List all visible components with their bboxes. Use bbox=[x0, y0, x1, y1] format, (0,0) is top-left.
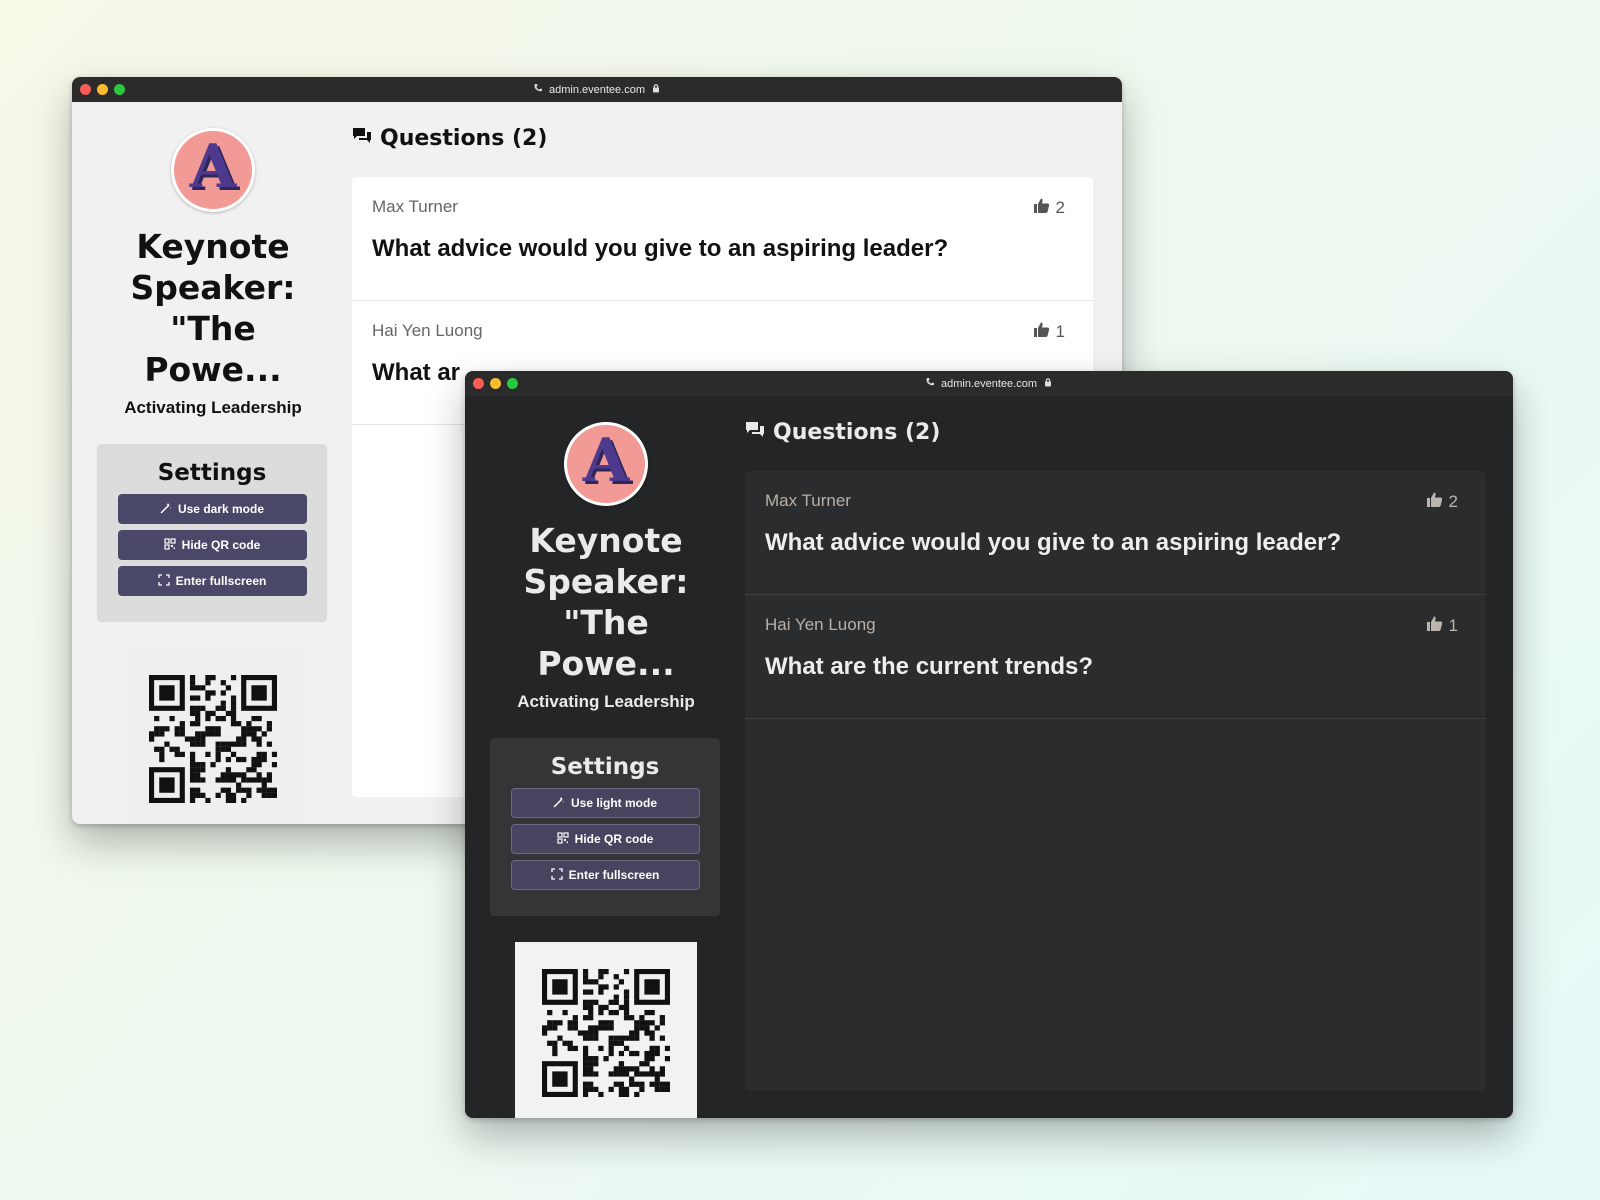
thumbs-up-icon bbox=[1426, 491, 1443, 513]
fullscreen-label: Enter fullscreen bbox=[568, 868, 660, 882]
close-window-button[interactable] bbox=[473, 378, 484, 389]
zoom-window-button[interactable] bbox=[114, 84, 125, 95]
question-item[interactable]: Max Turner What advice would you give to… bbox=[352, 177, 1093, 301]
avatar-letter: A bbox=[189, 132, 237, 202]
questions-count-heading: Questions (2) bbox=[773, 420, 941, 445]
fullscreen-button[interactable]: Enter fullscreen bbox=[117, 566, 307, 596]
like-counter[interactable]: 1 bbox=[1426, 615, 1458, 637]
questions-header: Questions (2) bbox=[352, 126, 1093, 151]
qr-code-icon bbox=[164, 537, 176, 553]
qr-code-image bbox=[542, 969, 670, 1097]
window-controls bbox=[473, 378, 518, 389]
fullscreen-icon bbox=[157, 573, 170, 589]
session-sidebar: A Keynote Speaker: "The Powe... Activati… bbox=[97, 102, 329, 824]
toggle-theme-label: Use light mode bbox=[570, 796, 657, 810]
qr-code-icon bbox=[557, 831, 569, 847]
thumbs-up-icon bbox=[1033, 321, 1050, 343]
avatar-letter: A bbox=[582, 426, 630, 496]
like-count: 2 bbox=[1448, 492, 1458, 511]
url-text: admin.eventee.com bbox=[549, 83, 645, 96]
zoom-window-button[interactable] bbox=[507, 378, 518, 389]
chat-icon bbox=[352, 127, 372, 150]
session-title: Keynote Speaker: "The Powe... bbox=[130, 227, 296, 389]
toggle-theme-label: Use dark mode bbox=[177, 502, 265, 516]
fullscreen-button[interactable]: Enter fullscreen bbox=[510, 860, 700, 890]
session-subtitle: Activating Leadership bbox=[124, 398, 302, 417]
minimize-window-button[interactable] bbox=[97, 84, 108, 95]
qr-code-container bbox=[122, 648, 304, 824]
settings-panel: Settings Use light mode Hide QR code Ent… bbox=[490, 738, 720, 916]
phone-icon bbox=[533, 83, 543, 96]
session-sidebar: A Keynote Speaker: "The Powe... Activati… bbox=[490, 396, 722, 1118]
question-item[interactable]: Max Turner What advice would you give to… bbox=[745, 471, 1486, 595]
question-author: Hai Yen Luong bbox=[765, 615, 876, 634]
like-counter[interactable]: 1 bbox=[1033, 321, 1065, 343]
settings-panel: Settings Use dark mode Hide QR code Ente… bbox=[97, 444, 327, 622]
like-count: 1 bbox=[1448, 616, 1458, 635]
toggle-theme-button[interactable]: Use light mode bbox=[510, 788, 700, 818]
qr-code-image bbox=[149, 675, 277, 803]
session-subtitle: Activating Leadership bbox=[517, 692, 695, 711]
dark-mode-window: admin.eventee.com A Keynote Speaker: "Th… bbox=[465, 371, 1513, 1118]
magic-wand-icon bbox=[553, 796, 565, 811]
settings-title: Settings bbox=[157, 460, 267, 486]
thumbs-up-icon bbox=[1033, 197, 1050, 219]
close-window-button[interactable] bbox=[80, 84, 91, 95]
question-text: What advice would you give to an aspirin… bbox=[372, 235, 949, 262]
address-bar[interactable]: admin.eventee.com bbox=[925, 377, 1053, 390]
like-count: 2 bbox=[1055, 198, 1065, 217]
question-text: What are the current trends? bbox=[765, 653, 1094, 680]
avatar: A bbox=[171, 128, 255, 212]
questions-area: Questions (2) Max Turner What advice wou… bbox=[745, 396, 1486, 1091]
phone-icon bbox=[925, 377, 935, 390]
hide-qr-button[interactable]: Hide QR code bbox=[117, 530, 307, 560]
hide-qr-button[interactable]: Hide QR code bbox=[510, 824, 700, 854]
minimize-window-button[interactable] bbox=[490, 378, 501, 389]
question-text: What advice would you give to an aspirin… bbox=[765, 529, 1342, 556]
chat-icon bbox=[745, 421, 765, 444]
settings-title: Settings bbox=[550, 754, 660, 780]
toggle-theme-button[interactable]: Use dark mode bbox=[117, 494, 307, 524]
lock-icon bbox=[1043, 377, 1053, 390]
qr-code-container bbox=[515, 942, 697, 1118]
questions-count-heading: Questions (2) bbox=[380, 126, 548, 151]
question-author: Hai Yen Luong bbox=[372, 321, 483, 340]
session-title: Keynote Speaker: "The Powe... bbox=[523, 521, 689, 683]
question-list: Max Turner What advice would you give to… bbox=[745, 471, 1486, 1091]
magic-wand-icon bbox=[160, 502, 172, 517]
questions-header: Questions (2) bbox=[745, 420, 1486, 445]
like-counter[interactable]: 2 bbox=[1426, 491, 1458, 513]
thumbs-up-icon bbox=[1426, 615, 1443, 637]
question-author: Max Turner bbox=[372, 197, 458, 216]
question-author: Max Turner bbox=[765, 491, 851, 510]
like-counter[interactable]: 2 bbox=[1033, 197, 1065, 219]
hide-qr-label: Hide QR code bbox=[181, 538, 261, 552]
fullscreen-label: Enter fullscreen bbox=[175, 574, 267, 588]
lock-icon bbox=[651, 83, 661, 96]
window-controls bbox=[80, 84, 125, 95]
address-bar[interactable]: admin.eventee.com bbox=[533, 83, 661, 96]
hide-qr-label: Hide QR code bbox=[574, 832, 654, 846]
url-text: admin.eventee.com bbox=[941, 377, 1037, 390]
question-item[interactable]: Hai Yen Luong What are the current trend… bbox=[745, 595, 1486, 719]
window-titlebar: admin.eventee.com bbox=[465, 371, 1513, 396]
fullscreen-icon bbox=[550, 867, 563, 883]
like-count: 1 bbox=[1055, 322, 1065, 341]
avatar: A bbox=[564, 422, 648, 506]
window-titlebar: admin.eventee.com bbox=[72, 77, 1122, 102]
